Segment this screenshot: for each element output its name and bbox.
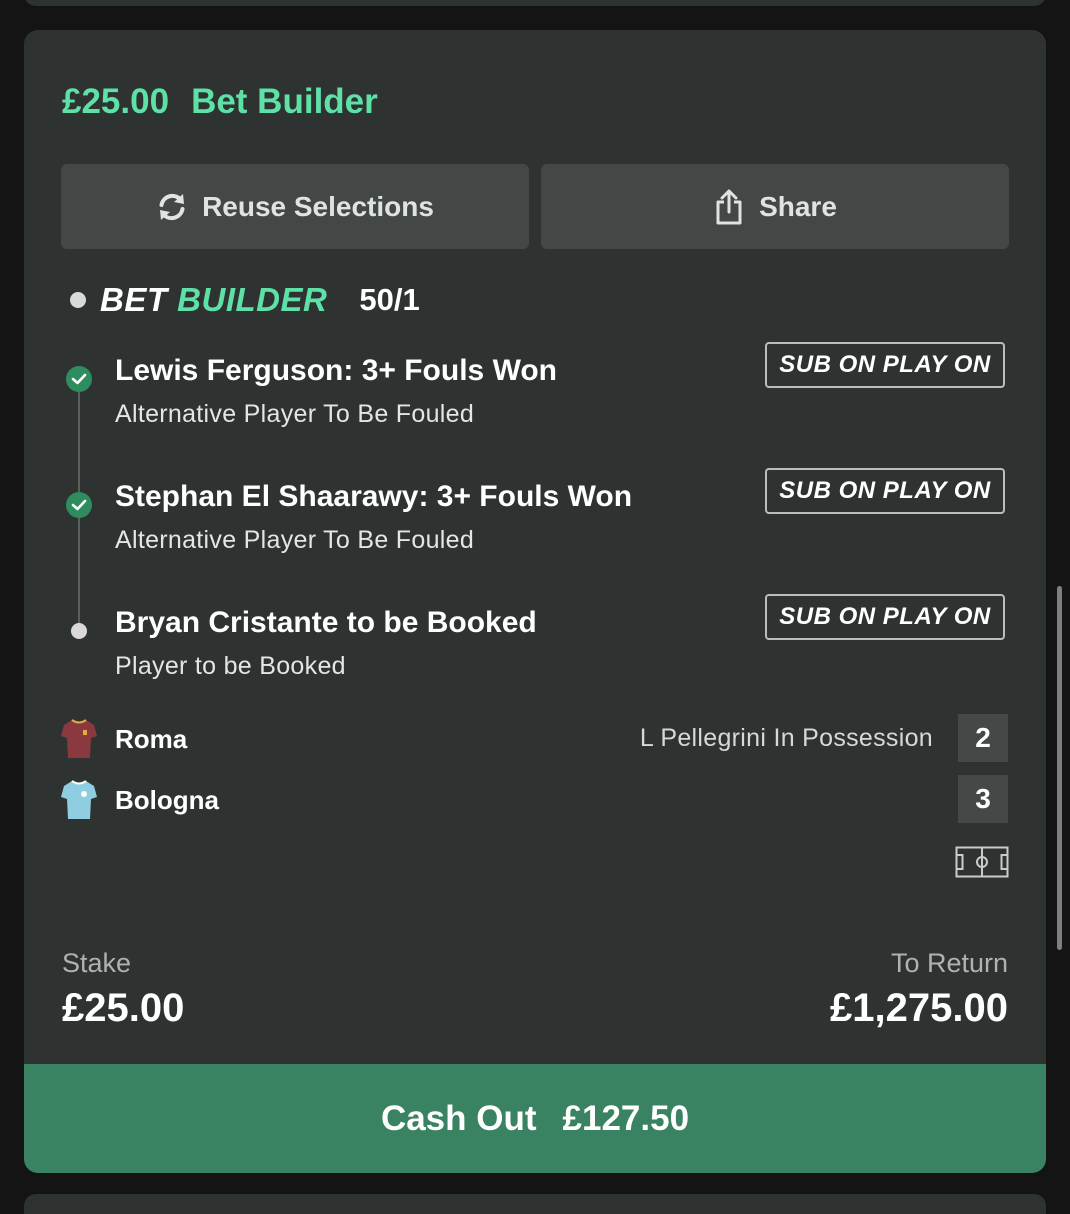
share-button[interactable]: Share	[541, 164, 1009, 249]
sub-on-play-on-badge: SUB ON PLAY ON	[765, 468, 1005, 514]
check-icon	[66, 366, 92, 392]
to-return-label: To Return	[890, 948, 1008, 978]
selection-market: Player to be Booked	[115, 652, 346, 680]
selection-title: Stephan El Shaarawy: 3+ Fouls Won	[115, 480, 633, 513]
cash-out-label: Cash Out	[380, 1098, 537, 1138]
cash-out-button[interactable]: Cash Out £127.50	[24, 1064, 1046, 1173]
to-return-value: £1,275.00	[830, 986, 1008, 1030]
selection-title: Bryan Cristante to be Booked	[115, 606, 537, 639]
stake-label: Stake	[62, 948, 132, 978]
bet-builder-logo-part1: BET	[100, 281, 168, 318]
selection-title: Lewis Ferguson: 3+ Fouls Won	[115, 354, 557, 387]
pitch-icon[interactable]	[955, 846, 1009, 878]
refresh-icon	[159, 193, 185, 220]
bet-type-header: Bet Builder	[191, 82, 378, 121]
selection-item: Bryan Cristante to be Booked Player to b…	[24, 594, 1046, 706]
sub-on-play-on-badge: SUB ON PLAY ON	[765, 342, 1005, 388]
reuse-selections-label: Reuse Selections	[202, 190, 434, 222]
team-row-home: Roma L Pellegrini In Possession 2	[24, 714, 1046, 764]
sub-on-play-on-badge: SUB ON PLAY ON	[765, 594, 1005, 640]
bet-builder-dot	[70, 292, 86, 308]
check-icon	[66, 492, 92, 518]
selection-item: Stephan El Shaarawy: 3+ Fouls Won Altern…	[24, 468, 1046, 580]
selection-item: Lewis Ferguson: 3+ Fouls Won Alternative…	[24, 342, 1046, 454]
bet-builder-logo: BET BUILDER	[100, 281, 327, 319]
share-icon	[716, 189, 742, 224]
stake-value: £25.00	[62, 986, 185, 1030]
bologna-kit-icon	[61, 780, 97, 819]
reuse-selections-button[interactable]: Reuse Selections	[61, 164, 529, 249]
bet-stake-header: £25.00	[62, 82, 170, 121]
previous-bet-card	[24, 0, 1046, 6]
team-row-away: Bologna 3	[24, 775, 1046, 825]
bet-builder-row: BET BUILDER 50/1	[70, 280, 420, 320]
bet-card: £25.00 Bet Builder Reuse Selections Share…	[24, 30, 1046, 1173]
share-label: Share	[759, 190, 837, 222]
scrollbar[interactable]	[1057, 586, 1062, 950]
away-score: 3	[958, 775, 1008, 823]
roma-kit-icon	[61, 719, 97, 758]
home-score: 2	[958, 714, 1008, 762]
pending-dot-icon	[71, 623, 87, 639]
selection-market: Alternative Player To Be Fouled	[115, 400, 475, 428]
bet-header: £25.00 Bet Builder	[62, 82, 378, 122]
bet-odds: 50/1	[359, 282, 420, 317]
selection-market: Alternative Player To Be Fouled	[115, 526, 475, 554]
match-status: L Pellegrini In Possession	[639, 724, 933, 752]
home-team-name: Roma	[115, 724, 188, 754]
away-team-name: Bologna	[115, 785, 219, 815]
cash-out-amount: £127.50	[562, 1098, 690, 1138]
next-bet-card	[24, 1194, 1046, 1214]
bet-builder-logo-part2: BUILDER	[177, 281, 328, 318]
